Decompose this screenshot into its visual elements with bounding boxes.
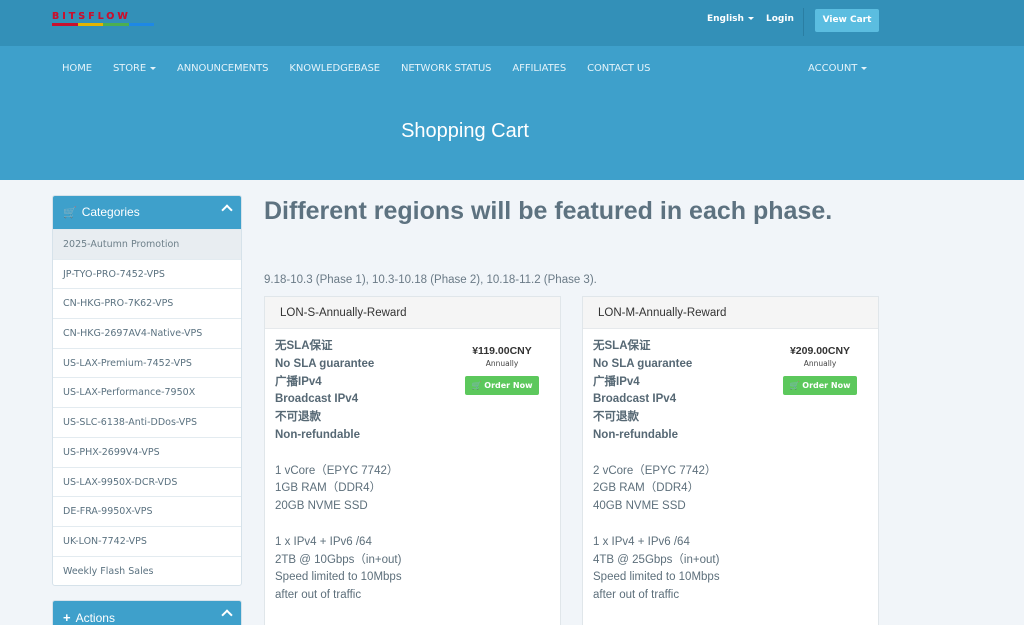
actions-title: Actions bbox=[75, 611, 115, 625]
nav-store-label: STORE bbox=[112, 63, 147, 74]
logo[interactable]: BITSFLOW bbox=[52, 12, 154, 28]
feature-line: 不可退款 bbox=[275, 411, 321, 424]
nav-affiliates[interactable]: AFFILIATES bbox=[512, 63, 566, 74]
category-item[interactable]: CN-HKG-PRO-7K62-VPS bbox=[53, 288, 241, 318]
spec-line: 1GB RAM（DDR4） bbox=[275, 482, 382, 495]
chevron-up-icon[interactable] bbox=[221, 609, 233, 621]
spec-line: 2 vCore（EPYC 7742） bbox=[593, 464, 717, 477]
chevron-up-icon[interactable] bbox=[221, 204, 233, 216]
phase-text: 9.18-10.3 (Phase 1), 10.3-10.18 (Phase 2… bbox=[264, 274, 597, 286]
network-line: after out of traffic bbox=[593, 589, 680, 602]
feature-line: Non-refundable bbox=[593, 428, 678, 441]
actions-header[interactable]: + Actions bbox=[53, 601, 241, 625]
section-heading: Different regions will be featured in ea… bbox=[264, 197, 833, 225]
caret-down-icon bbox=[861, 66, 868, 70]
product-body: 无SLA保证 No SLA guarantee 广播IPv4 Broadcast… bbox=[265, 329, 560, 614]
network-line: 2TB @ 10Gbps（in+out) bbox=[275, 553, 402, 566]
page-title: Shopping Cart bbox=[401, 120, 529, 142]
logo-bar-green bbox=[103, 23, 129, 26]
category-item[interactable]: DE-FRA-9950X-VPS bbox=[53, 496, 241, 526]
category-item[interactable]: 2025-Autumn Promotion bbox=[53, 229, 241, 259]
order-now-label: Order Now bbox=[484, 381, 533, 390]
nav-contact-us[interactable]: CONTACT US bbox=[587, 63, 650, 74]
nav-store[interactable]: STORE bbox=[112, 63, 157, 74]
network-line: 4TB @ 25Gbps（in+out) bbox=[593, 553, 720, 566]
logo-bar-yellow bbox=[77, 23, 103, 26]
category-item[interactable]: US-SLC-6138-Anti-DDos-VPS bbox=[53, 407, 241, 437]
nav-account[interactable]: ACCOUNT bbox=[808, 63, 868, 74]
feature-line: 不可退款 bbox=[593, 411, 639, 424]
network-line: 1 x IPv4 + IPv6 /64 bbox=[275, 535, 372, 548]
nav-account-label: ACCOUNT bbox=[808, 63, 858, 74]
category-item[interactable]: Weekly Flash Sales bbox=[53, 555, 241, 586]
nav-home[interactable]: HOME bbox=[62, 63, 92, 74]
top-bar: BITSFLOW English Login View Cart bbox=[0, 0, 1024, 46]
language-dropdown[interactable]: English bbox=[707, 14, 754, 24]
category-item[interactable]: CN-HKG-2697AV4-Native-VPS bbox=[53, 318, 241, 348]
nav-network-status[interactable]: NETWORK STATUS bbox=[401, 63, 492, 74]
caret-down-icon bbox=[150, 66, 157, 70]
categories-header[interactable]: 🛒 Categories bbox=[53, 196, 241, 229]
main-nav: HOME STORE ANNOUNCEMENTS KNOWLEDGEBASE N… bbox=[62, 63, 671, 74]
product-name: LON-M-Annually-Reward bbox=[583, 297, 878, 329]
cart-icon: 🛒 bbox=[63, 207, 77, 219]
feature-line: Non-refundable bbox=[275, 428, 360, 441]
category-item[interactable]: US-LAX-Performance-7950X bbox=[53, 377, 241, 407]
order-now-button[interactable]: 🛒 Order Now bbox=[783, 376, 857, 395]
categories-panel: 🛒 Categories 2025-Autumn Promotion JP-TYO… bbox=[52, 195, 242, 587]
logo-bar-red bbox=[52, 23, 78, 26]
category-item[interactable]: UK-LON-7742-VPS bbox=[53, 525, 241, 556]
logo-bar-blue bbox=[128, 23, 154, 26]
sidebar: 🛒 Categories 2025-Autumn Promotion JP-TYO… bbox=[52, 195, 242, 625]
categories-title: Categories bbox=[81, 205, 140, 219]
language-label: English bbox=[707, 14, 744, 24]
header-divider bbox=[803, 8, 804, 36]
spec-line: 20GB NVME SSD bbox=[275, 500, 368, 513]
category-item[interactable]: US-LAX-9950X-DCR-VDS bbox=[53, 466, 241, 497]
view-cart-button[interactable]: View Cart bbox=[815, 9, 879, 32]
category-item[interactable]: US-LAX-Premium-7452-VPS bbox=[53, 347, 241, 378]
nav-announcements[interactable]: ANNOUNCEMENTS bbox=[177, 63, 268, 74]
caret-down-icon bbox=[747, 17, 754, 20]
product-price: ¥209.00CNY bbox=[789, 345, 851, 357]
cart-icon: 🛒 bbox=[789, 381, 800, 390]
hero-banner: HOME STORE ANNOUNCEMENTS KNOWLEDGEBASE N… bbox=[0, 46, 1024, 180]
login-link[interactable]: Login bbox=[766, 14, 794, 24]
network-line: 1 x IPv4 + IPv6 /64 bbox=[593, 535, 690, 548]
order-now-label: Order Now bbox=[802, 381, 851, 390]
network-line: Speed limited to 10Mbps bbox=[593, 571, 720, 584]
price-box: ¥119.00CNY Annually 🛒 Order Now bbox=[464, 345, 540, 395]
network-line: Speed limited to 10Mbps bbox=[275, 571, 402, 584]
product-card: LON-M-Annually-Reward 无SLA保证 No SLA guar… bbox=[582, 296, 879, 625]
price-box: ¥209.00CNY Annually 🛒 Order Now bbox=[782, 345, 858, 395]
plus-icon: + bbox=[63, 610, 71, 625]
spec-line: 40GB NVME SSD bbox=[593, 500, 686, 513]
product-price: ¥119.00CNY bbox=[472, 345, 532, 357]
logo-color-bar bbox=[52, 23, 154, 26]
product-body: 无SLA保证 No SLA guarantee 广播IPv4 Broadcast… bbox=[583, 329, 878, 614]
spec-line: 1 vCore（EPYC 7742） bbox=[275, 464, 399, 477]
logo-text: BITSFLOW bbox=[52, 11, 131, 22]
cart-icon: 🛒 bbox=[471, 381, 482, 390]
spec-line: 2GB RAM（DDR4） bbox=[593, 482, 700, 495]
billing-cycle: Annually bbox=[803, 359, 837, 368]
network-line: after out of traffic bbox=[275, 589, 362, 602]
category-item[interactable]: JP-TYO-PRO-7452-VPS bbox=[53, 258, 241, 289]
product-name: LON-S-Annually-Reward bbox=[265, 297, 560, 329]
billing-cycle: Annually bbox=[485, 359, 519, 368]
order-now-button[interactable]: 🛒 Order Now bbox=[465, 376, 539, 395]
nav-knowledgebase[interactable]: KNOWLEDGEBASE bbox=[289, 63, 380, 74]
category-item[interactable]: US-PHX-2699V4-VPS bbox=[53, 436, 241, 467]
actions-panel: + Actions bbox=[52, 600, 242, 625]
product-card: LON-S-Annually-Reward 无SLA保证 No SLA guar… bbox=[264, 296, 561, 625]
